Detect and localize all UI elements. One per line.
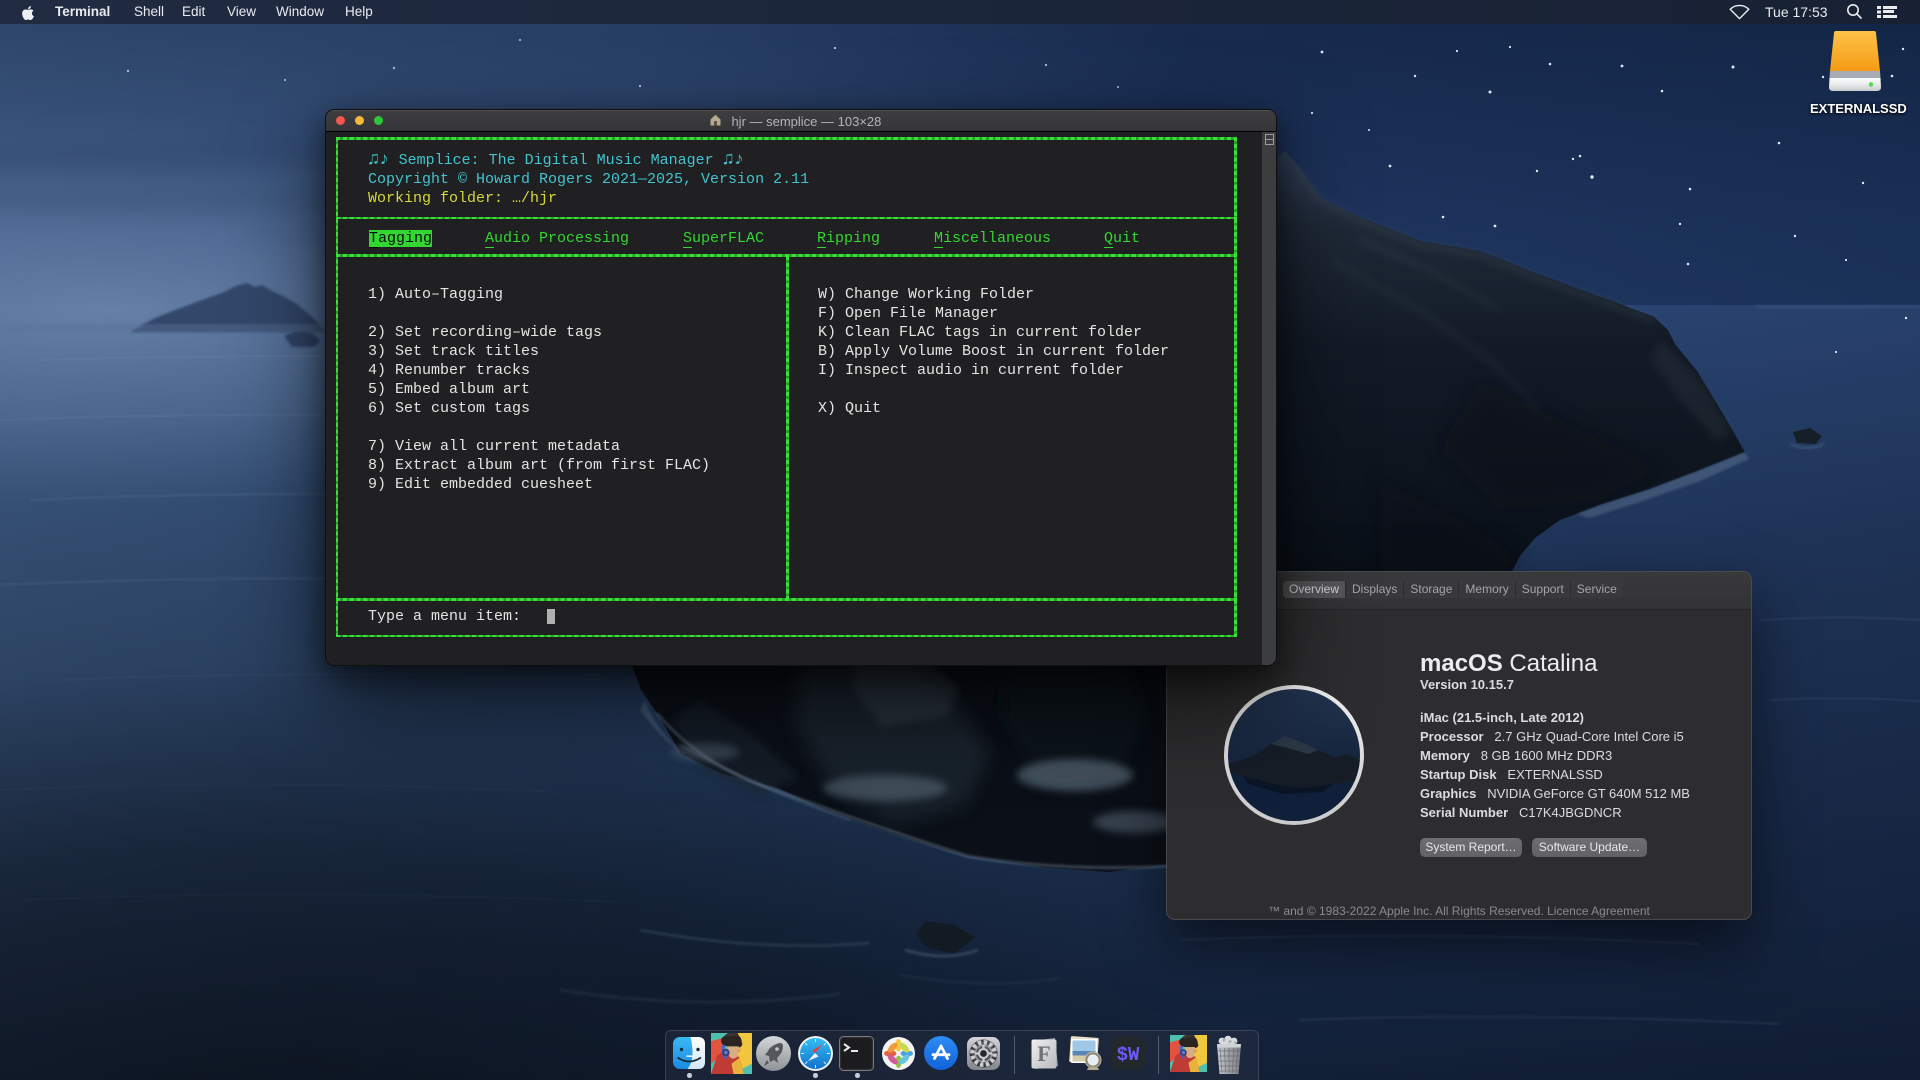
svg-text:$W: $W: [1117, 1044, 1140, 1066]
svg-text:F: F: [1037, 1041, 1050, 1066]
